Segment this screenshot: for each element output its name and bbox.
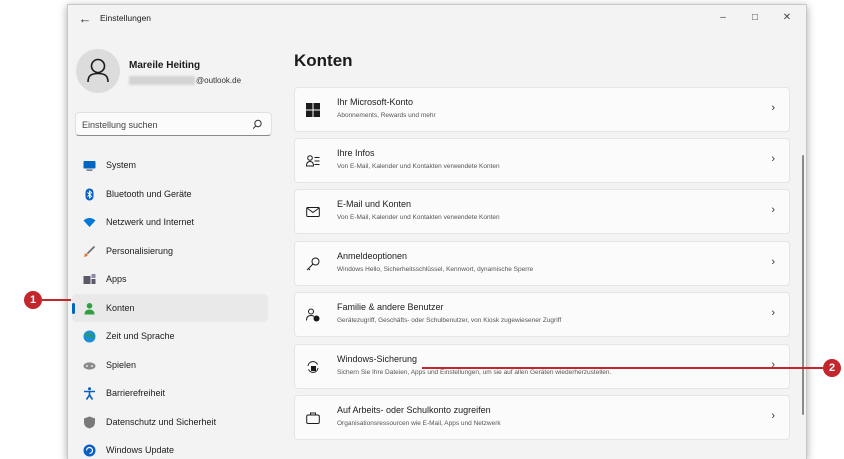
card-title: Auf Arbeits- oder Schulkonto zugreifen — [337, 405, 491, 415]
card-title: E-Mail und Konten — [337, 199, 412, 209]
back-arrow-icon[interactable]: ← — [76, 10, 94, 28]
profile-header[interactable]: Mareile Heiting @outlook.de — [76, 49, 276, 99]
card-subtitle: Gerätezugriff, Geschäfts- oder Schulbenu… — [337, 317, 562, 324]
sidebar-item-label: Personalisierung — [106, 245, 174, 256]
chevron-right-icon: › — [771, 153, 775, 165]
sidebar-item-label: Barrierefreiheit — [106, 388, 166, 398]
card-subtitle: Windows Hello, Sicherheitsschlüssel, Ken… — [337, 266, 534, 273]
sidebar-item-label: Zeit und Sprache — [106, 331, 175, 341]
sidebar-item-label: Konten — [106, 302, 135, 313]
mail-icon — [306, 207, 320, 217]
callout-marker-2: 2 — [823, 359, 841, 377]
chevron-right-icon: › — [771, 359, 775, 371]
card-title: Ihre Infos — [337, 148, 375, 158]
chevron-right-icon: › — [771, 256, 775, 268]
card-title: Ihr Microsoft-Konto — [337, 97, 414, 107]
sidebar-item-label: Bluetooth und Geräte — [106, 188, 192, 199]
card-subtitle: Sichern Sie Ihre Dateien, Apps und Einst… — [337, 369, 612, 376]
family-icon — [306, 308, 320, 322]
card-microsoft-account[interactable]: Ihr Microsoft-Konto Abonnements, Rewards… — [294, 87, 790, 132]
account-icon — [84, 302, 95, 314]
accessibility-icon — [84, 387, 95, 400]
backup-icon — [307, 361, 319, 373]
search-placeholder: Einstellung suchen — [82, 120, 158, 130]
callout-line-2 — [422, 367, 823, 369]
card-email-accounts[interactable]: E-Mail und Konten Von E-Mail, Kalender u… — [294, 189, 790, 234]
sidebar-item-system[interactable]: System — [72, 151, 268, 180]
card-sign-in-options[interactable]: Anmeldeoptionen Windows Hello, Sicherhei… — [294, 241, 790, 286]
shield-icon — [84, 416, 95, 428]
card-subtitle: Von E-Mail, Kalender und Kontakten verwe… — [337, 163, 500, 170]
card-title: Windows-Sicherung — [337, 354, 418, 364]
brush-icon — [84, 245, 96, 257]
sidebar-item-accessibility[interactable]: Barrierefreiheit — [72, 379, 268, 408]
key-icon — [306, 257, 320, 271]
microsoft-logo-icon — [306, 103, 320, 117]
chevron-right-icon: › — [771, 204, 775, 216]
sidebar-item-label: Datenschutz und Sicherheit — [106, 416, 217, 427]
person-info-icon — [306, 155, 320, 167]
card-subtitle: Abonnements, Rewards und mehr — [337, 112, 436, 119]
card-title: Anmeldeoptionen — [337, 251, 408, 261]
settings-window: ← Einstellungen – □ ✕ Mareile Heiting @o… — [67, 4, 807, 459]
card-work-school-account[interactable]: Auf Arbeits- oder Schulkonto zugreifen O… — [294, 395, 790, 440]
minimize-button[interactable]: – — [708, 9, 738, 27]
email-suffix: @outlook.de — [196, 76, 242, 85]
apps-icon — [83, 274, 96, 284]
active-indicator — [72, 302, 75, 314]
sidebar-item-personalization[interactable]: Personalisierung — [72, 237, 268, 266]
bluetooth-icon — [85, 188, 94, 200]
sidebar-nav: System Bluetooth und Geräte Netzwerk und… — [72, 151, 268, 459]
card-your-info[interactable]: Ihre Infos Von E-Mail, Kalender und Kont… — [294, 138, 790, 183]
redacted-email-prefix — [129, 76, 195, 86]
monitor-icon — [83, 161, 96, 171]
card-subtitle: Organisationsressourcen wie E-Mail, Apps… — [337, 420, 501, 427]
sidebar-item-network[interactable]: Netzwerk und Internet — [72, 208, 268, 237]
user-email: @outlook.de — [129, 76, 242, 86]
close-button[interactable]: ✕ — [772, 9, 802, 27]
chevron-right-icon: › — [771, 410, 775, 422]
sidebar-item-label: Spielen — [106, 359, 137, 370]
sidebar-item-windows-update[interactable]: Windows Update — [72, 436, 268, 459]
user-name: Mareile Heiting — [129, 60, 201, 71]
gamepad-icon — [83, 361, 96, 370]
card-title: Familie & andere Benutzer — [337, 302, 444, 312]
sidebar-item-apps[interactable]: Apps — [72, 265, 268, 294]
card-family-users[interactable]: Familie & andere Benutzer Gerätezugriff,… — [294, 292, 790, 337]
globe-clock-icon — [83, 330, 96, 343]
person-icon — [87, 58, 109, 83]
briefcase-icon — [306, 412, 320, 424]
chevron-right-icon: › — [771, 307, 775, 319]
page-title: Konten — [294, 51, 353, 70]
app-title: Einstellungen — [100, 13, 152, 23]
sidebar-item-konten[interactable]: Konten — [72, 293, 268, 322]
wifi-icon — [83, 218, 96, 227]
callout-line-1 — [42, 299, 71, 301]
maximize-button[interactable]: □ — [740, 9, 770, 27]
sidebar-item-bluetooth[interactable]: Bluetooth und Geräte — [72, 180, 268, 209]
search-input[interactable]: Einstellung suchen — [75, 112, 272, 136]
sidebar-item-gaming[interactable]: Spielen — [72, 351, 268, 380]
card-subtitle: Von E-Mail, Kalender und Kontakten verwe… — [337, 214, 500, 221]
sidebar-item-label: System — [106, 160, 137, 170]
callout-marker-1: 1 — [24, 291, 42, 309]
search-icon — [252, 119, 262, 129]
sidebar-item-privacy[interactable]: Datenschutz und Sicherheit — [72, 408, 268, 437]
sidebar-item-label: Netzwerk und Internet — [106, 217, 195, 227]
update-icon — [83, 444, 96, 457]
scrollbar[interactable] — [802, 155, 804, 415]
title-bar: ← Einstellungen – □ ✕ — [68, 5, 806, 33]
sidebar-item-label: Windows Update — [106, 445, 175, 455]
chevron-right-icon: › — [771, 102, 775, 114]
avatar — [76, 49, 120, 93]
sidebar-item-time-language[interactable]: Zeit und Sprache — [72, 322, 268, 351]
sidebar-item-label: Apps — [106, 274, 127, 284]
